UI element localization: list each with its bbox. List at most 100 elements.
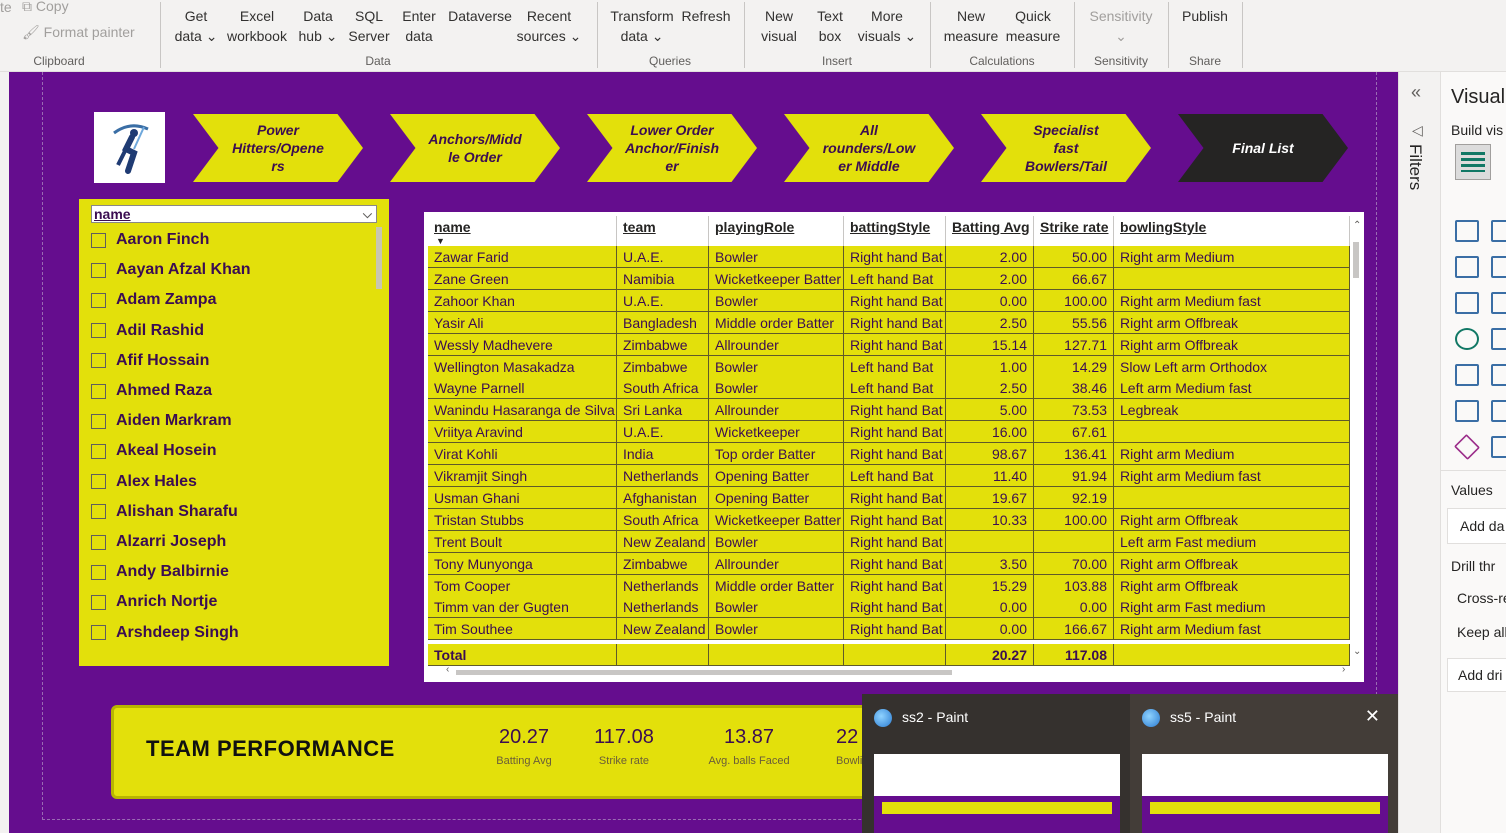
checkbox[interactable] bbox=[91, 353, 106, 369]
checkbox[interactable] bbox=[91, 323, 106, 339]
slicer-item[interactable]: Alex Hales bbox=[91, 471, 197, 493]
filled-map-icon[interactable] bbox=[1491, 328, 1506, 350]
table-row[interactable]: Wanindu Hasaranga de Silva Sri Lanka Allro… bbox=[428, 399, 1350, 422]
table-row[interactable]: Virat Kohli India Top order Batter Right ha… bbox=[428, 443, 1350, 466]
taskbar-window-ss2[interactable]: ss2 - Paint bbox=[862, 694, 1130, 833]
nav-power-hitters[interactable]: Power Hitters/Opene rs bbox=[193, 114, 363, 182]
checkbox[interactable] bbox=[91, 534, 106, 550]
slicer-item[interactable]: Anrich Nortje bbox=[91, 591, 217, 613]
table-row[interactable]: Timm van der Gugten Netherlands Bowler Righ… bbox=[428, 596, 1350, 619]
checkbox[interactable] bbox=[91, 625, 106, 641]
publish-button[interactable]: Publish bbox=[1176, 6, 1234, 26]
table-row[interactable]: Zane Green Namibia Wicketkeeper Batter Left… bbox=[428, 267, 1350, 290]
table-row[interactable]: Tim Southee New Zealand Bowler Right hand B… bbox=[428, 618, 1350, 641]
table-row[interactable]: Tony Munyonga Zimbabwe Allrounder Right han… bbox=[428, 552, 1350, 575]
table-row[interactable]: Vikramjit Singh Netherlands Opening Batter… bbox=[428, 465, 1350, 487]
taskbar-window-ss5[interactable]: ss5 - Paint ✕ bbox=[1130, 694, 1398, 833]
horizontal-scrollbar[interactable] bbox=[456, 670, 952, 675]
slicer-item[interactable]: Adam Zampa bbox=[91, 289, 216, 311]
slicer-item[interactable]: Alzarri Joseph bbox=[91, 531, 226, 553]
decomposition-tree-icon[interactable] bbox=[1455, 400, 1479, 422]
nav-specialist-bowlers[interactable]: Specialist fast Bowlers/Tail bbox=[981, 114, 1151, 182]
slicer-item[interactable]: Ahmed Raza bbox=[91, 380, 212, 402]
checkbox[interactable] bbox=[91, 292, 106, 308]
nav-lower-order[interactable]: Lower Order Anchor/Finish er bbox=[587, 114, 757, 182]
slicer-item[interactable]: Aaron Finch bbox=[91, 229, 209, 251]
column-header[interactable]: team bbox=[617, 216, 709, 246]
slicer-item[interactable]: Aayan Afzal Khan bbox=[91, 259, 251, 281]
sensitivity-button[interactable]: Sensitivity ⌄ bbox=[1082, 6, 1160, 46]
checkbox[interactable] bbox=[91, 564, 106, 580]
column-header[interactable]: Batting Avg bbox=[946, 216, 1034, 246]
table-row[interactable]: Vriitya Aravind U.A.E. Wicketkeeper Right h… bbox=[428, 421, 1350, 444]
vertical-scrollbar[interactable] bbox=[1353, 242, 1359, 278]
slicer-item[interactable]: Akeal Hosein bbox=[91, 440, 216, 462]
scroll-down-icon[interactable]: ⌄ bbox=[1353, 646, 1361, 657]
table-row[interactable]: Tom Cooper Netherlands Middle order Batter… bbox=[428, 574, 1350, 597]
table-row[interactable]: Wessly Madhevere Zimbabwe Allrounder Right … bbox=[428, 333, 1350, 356]
slicer-item[interactable]: Adil Rashid bbox=[91, 320, 204, 342]
checkbox[interactable] bbox=[91, 413, 106, 429]
nav-all-rounders[interactable]: All rounders/Low er Middle bbox=[784, 114, 954, 182]
more-visuals-button[interactable]: More visuals ⌄ bbox=[856, 6, 918, 46]
checkbox[interactable] bbox=[91, 443, 106, 459]
column-header[interactable]: playingRole bbox=[709, 216, 844, 246]
slicer-header[interactable]: name ⌵ bbox=[91, 205, 377, 223]
filters-pane[interactable]: « ◁ Filters bbox=[1398, 72, 1440, 833]
data-hub-button[interactable]: Data hub ⌄ bbox=[294, 6, 342, 46]
table-row[interactable]: Wayne Parnell South Africa Bowler Left hand… bbox=[428, 377, 1350, 400]
new-visual-button[interactable]: New visual bbox=[756, 6, 802, 46]
column-header[interactable]: name bbox=[428, 216, 617, 246]
checkbox[interactable] bbox=[91, 232, 106, 248]
column-header[interactable]: battingStyle bbox=[844, 216, 946, 246]
column-chart-icon[interactable] bbox=[1491, 220, 1506, 242]
excel-workbook-button[interactable]: Excel workbook bbox=[222, 6, 292, 46]
column-header[interactable]: bowlingStyle bbox=[1114, 216, 1350, 246]
slicer-item[interactable]: Aiden Markram bbox=[91, 410, 232, 432]
table-row[interactable]: Usman Ghani Afghanistan Opening Batter Righ… bbox=[428, 486, 1350, 509]
refresh-button[interactable]: Refresh bbox=[678, 6, 734, 26]
scroll-right-icon[interactable]: › bbox=[1342, 664, 1345, 675]
column-header[interactable]: Strike rate bbox=[1034, 216, 1114, 246]
sql-server-button[interactable]: SQL Server bbox=[344, 6, 394, 46]
slicer-icon[interactable] bbox=[1455, 364, 1479, 386]
table-row[interactable]: Zahoor Khan U.A.E. Bowler Right hand Bat 0.0… bbox=[428, 289, 1350, 312]
qa-icon[interactable] bbox=[1491, 400, 1506, 422]
close-icon[interactable]: ✕ bbox=[1365, 706, 1380, 727]
text-box-button[interactable]: Text box bbox=[808, 6, 852, 46]
format-painter-button[interactable]: 🖌 Format painter bbox=[22, 22, 135, 42]
build-visual-tab[interactable] bbox=[1455, 144, 1491, 180]
checkbox[interactable] bbox=[91, 474, 106, 490]
add-drill-field[interactable]: Add dri bbox=[1447, 658, 1506, 692]
slicer-item[interactable]: Afif Hossain bbox=[91, 350, 209, 372]
table-row[interactable]: Yasir Ali Bangladesh Middle order Batter Ri… bbox=[428, 311, 1350, 334]
add-data-field[interactable]: Add da bbox=[1447, 508, 1506, 544]
smart-narrative-icon[interactable] bbox=[1491, 436, 1506, 458]
get-data-button[interactable]: Get data ⌄ bbox=[170, 6, 222, 46]
enter-data-button[interactable]: Enter data bbox=[398, 6, 440, 46]
area-chart-icon[interactable] bbox=[1491, 256, 1506, 278]
checkbox[interactable] bbox=[91, 594, 106, 610]
slicer-item[interactable]: Arshdeep Singh bbox=[91, 622, 239, 644]
table-row[interactable]: Trent Boult New Zealand Bowler Right hand B… bbox=[428, 530, 1350, 553]
new-measure-button[interactable]: New measure bbox=[940, 6, 1002, 46]
power-apps-icon[interactable] bbox=[1453, 433, 1481, 461]
line-chart-icon[interactable] bbox=[1455, 256, 1479, 278]
dataverse-button[interactable]: Dataverse bbox=[444, 6, 516, 26]
collapse-icon[interactable]: « bbox=[1411, 82, 1421, 103]
scrollbar[interactable] bbox=[376, 227, 382, 289]
matrix-icon[interactable] bbox=[1491, 364, 1506, 386]
scroll-left-icon[interactable]: ‹ bbox=[446, 664, 449, 675]
combo-chart-icon[interactable] bbox=[1455, 292, 1479, 314]
quick-measure-button[interactable]: Quick measure bbox=[1002, 6, 1064, 46]
scroll-up-icon[interactable]: ⌃ bbox=[1353, 220, 1361, 231]
nav-anchors[interactable]: Anchors/Midd le Order bbox=[390, 114, 560, 182]
checkbox[interactable] bbox=[91, 383, 106, 399]
copy-button[interactable]: ⧉ Copy bbox=[22, 0, 69, 16]
map-icon[interactable] bbox=[1455, 328, 1479, 350]
table-row[interactable]: Zawar Farid U.A.E. Bowler Right hand Bat 2.0… bbox=[428, 246, 1350, 268]
recent-sources-button[interactable]: Recent sources ⌄ bbox=[516, 6, 582, 46]
nav-final-list[interactable]: Final List bbox=[1178, 114, 1348, 182]
slicer-item[interactable]: Andy Balbirnie bbox=[91, 561, 229, 583]
checkbox[interactable] bbox=[91, 262, 106, 278]
